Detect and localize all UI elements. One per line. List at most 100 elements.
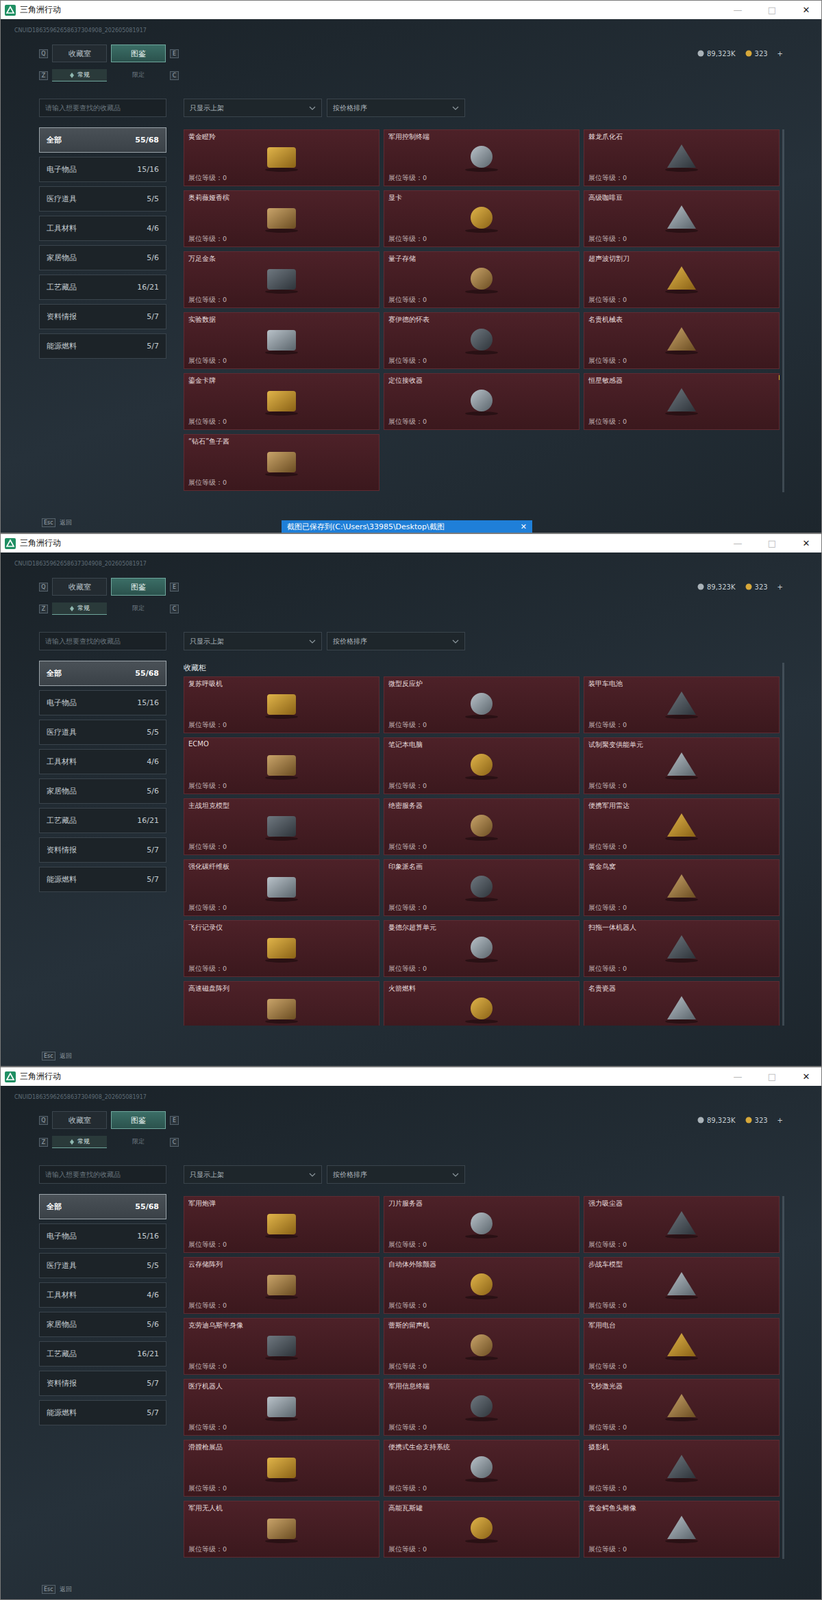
category-item[interactable]: 全部55/68 — [39, 127, 167, 153]
category-item[interactable]: 电子物品15/16 — [39, 690, 167, 716]
filter-dropdown[interactable]: 按价格排序 — [326, 632, 466, 651]
item-card[interactable]: 超声波切割刀展位等级：0 — [583, 251, 780, 309]
item-card[interactable]: 鎏金卡牌展位等级：0 — [183, 373, 380, 431]
item-card[interactable]: 军用电台展位等级：0 — [583, 1318, 780, 1376]
item-card[interactable]: 刀片服务器展位等级：0 — [383, 1196, 580, 1254]
item-card[interactable]: 曼德尔超算单元展位等级：0 — [383, 920, 580, 978]
item-card[interactable]: 微型反应炉展位等级：0 — [383, 676, 580, 734]
item-card[interactable]: 名贵瓷器 — [583, 981, 780, 1027]
item-card[interactable]: “钻石”鱼子酱展位等级：0 — [183, 434, 380, 492]
item-card[interactable]: 飞秒激光器展位等级：0 — [583, 1379, 780, 1437]
scrollbar[interactable] — [782, 663, 785, 1027]
add-currency-button[interactable]: + — [777, 50, 783, 58]
window-control-button[interactable]: □ — [756, 534, 788, 553]
item-card[interactable]: 试制聚变供能单元展位等级：0 — [583, 737, 780, 795]
category-item[interactable]: 全部55/68 — [39, 1194, 167, 1220]
item-card[interactable]: 赛伊德的怀表展位等级：0 — [383, 312, 580, 370]
item-card[interactable]: 摄影机展位等级：0 — [583, 1440, 780, 1498]
sub-tab[interactable]: 限定 — [110, 69, 166, 82]
item-card[interactable]: 扫拖一体机器人展位等级：0 — [583, 920, 780, 978]
category-item[interactable]: 工艺藏品16/21 — [39, 1341, 167, 1368]
item-card[interactable]: 黄金鸟窝展位等级：0 — [583, 859, 780, 917]
item-card[interactable]: 装甲车电池展位等级：0 — [583, 676, 780, 734]
item-card[interactable]: 黄金鳄鱼头雕像展位等级：0 — [583, 1501, 780, 1559]
item-card[interactable]: 复苏呼吸机展位等级：0 — [183, 676, 380, 734]
main-tab[interactable]: 收藏室 — [52, 1111, 107, 1130]
item-card[interactable]: 印象派名画展位等级：0 — [383, 859, 580, 917]
filter-dropdown[interactable]: 按价格排序 — [326, 98, 466, 118]
item-card[interactable]: 量子存储展位等级：0 — [383, 251, 580, 309]
item-card[interactable]: 显卡展位等级：0 — [383, 190, 580, 248]
item-card[interactable]: 黄金瞪羚展位等级：0 — [183, 129, 380, 187]
item-card[interactable]: 高能瓦斯罐展位等级：0 — [383, 1501, 580, 1559]
main-tab[interactable]: 图鉴 — [110, 44, 166, 63]
main-tab[interactable]: 图鉴 — [110, 1111, 166, 1130]
add-currency-button[interactable]: + — [777, 583, 783, 592]
item-card[interactable]: 云存储阵列展位等级：0 — [183, 1257, 380, 1315]
toast-close-button[interactable]: ✕ — [520, 522, 527, 532]
category-item[interactable]: 电子物品15/16 — [39, 156, 167, 183]
window-control-button[interactable]: — — [722, 1067, 753, 1087]
category-item[interactable]: 资料情报5/7 — [39, 304, 167, 330]
item-card[interactable]: 绝密服务器展位等级：0 — [383, 798, 580, 856]
item-card[interactable]: 医疗机器人展位等级：0 — [183, 1379, 380, 1437]
category-item[interactable]: 能源燃料5/7 — [39, 333, 167, 359]
item-card[interactable]: 飞行记录仪展位等级：0 — [183, 920, 380, 978]
add-currency-button[interactable]: + — [777, 1117, 783, 1125]
window-control-button[interactable]: □ — [756, 0, 788, 20]
item-card[interactable]: 蕾斯的留声机展位等级：0 — [383, 1318, 580, 1376]
window-control-button[interactable]: □ — [756, 1067, 788, 1087]
item-card[interactable]: 火箭燃料 — [383, 981, 580, 1027]
search-input[interactable] — [39, 632, 167, 651]
item-card[interactable]: 高速磁盘阵列 — [183, 981, 380, 1027]
item-card[interactable]: 名贵机械表展位等级：0 — [583, 312, 780, 370]
item-card[interactable]: 实验数据展位等级：0 — [183, 312, 380, 370]
category-item[interactable]: 资料情报5/7 — [39, 837, 167, 864]
item-card[interactable]: 军用炮弹展位等级：0 — [183, 1196, 380, 1254]
item-card[interactable]: 高级咖啡豆展位等级：0 — [583, 190, 780, 248]
category-item[interactable]: 工艺藏品16/21 — [39, 808, 167, 834]
item-card[interactable]: 奥莉薇娅香槟展位等级：0 — [183, 190, 380, 248]
item-card[interactable]: 万足金条展位等级：0 — [183, 251, 380, 309]
category-item[interactable]: 工具材料4/6 — [39, 749, 167, 775]
filter-dropdown[interactable]: 按价格排序 — [326, 1165, 466, 1185]
category-item[interactable]: 家居物品5/6 — [39, 1312, 167, 1338]
filter-dropdown[interactable]: 只显示上架 — [183, 632, 322, 651]
category-item[interactable]: 家居物品5/6 — [39, 245, 167, 271]
category-item[interactable]: 资料情报5/7 — [39, 1371, 167, 1397]
sub-tab[interactable]: 常规 — [52, 602, 107, 616]
item-card[interactable]: 军用无人机展位等级：0 — [183, 1501, 380, 1559]
category-item[interactable]: 工艺藏品16/21 — [39, 274, 167, 301]
item-card[interactable]: 步战车模型展位等级：0 — [583, 1257, 780, 1315]
item-card[interactable]: 自动体外除颤器展位等级：0 — [383, 1257, 580, 1315]
category-item[interactable]: 医疗道具5/5 — [39, 719, 167, 746]
sub-tab[interactable]: 限定 — [110, 602, 166, 616]
search-input[interactable] — [39, 98, 167, 118]
filter-dropdown[interactable]: 只显示上架 — [183, 98, 322, 118]
item-card[interactable]: 主战坦克模型展位等级：0 — [183, 798, 380, 856]
category-item[interactable]: 能源燃料5/7 — [39, 867, 167, 893]
item-card[interactable]: 滑膛枪展品展位等级：0 — [183, 1440, 380, 1498]
scrollbar[interactable] — [782, 129, 785, 493]
filter-dropdown[interactable]: 只显示上架 — [183, 1165, 322, 1185]
item-card[interactable]: 棘龙爪化石展位等级：0 — [583, 129, 780, 187]
window-control-button[interactable]: — — [722, 534, 753, 553]
item-card[interactable]: 克劳迪乌斯半身像展位等级：0 — [183, 1318, 380, 1376]
item-card[interactable]: ECMO展位等级：0 — [183, 737, 380, 795]
sub-tab[interactable]: 限定 — [110, 1136, 166, 1149]
category-item[interactable]: 家居物品5/6 — [39, 778, 167, 805]
category-item[interactable]: 医疗道具5/5 — [39, 1253, 167, 1279]
window-control-button[interactable]: ✕ — [791, 534, 822, 553]
sub-tab[interactable]: 常规 — [52, 1136, 107, 1149]
item-card[interactable]: 定位接收器展位等级：0 — [383, 373, 580, 431]
window-control-button[interactable]: — — [722, 0, 753, 20]
item-card[interactable]: 强化碳纤维板展位等级：0 — [183, 859, 380, 917]
category-item[interactable]: 工具材料4/6 — [39, 1283, 167, 1309]
main-tab[interactable]: 收藏室 — [52, 44, 107, 63]
category-item[interactable]: 能源燃料5/7 — [39, 1400, 167, 1427]
category-item[interactable]: 全部55/68 — [39, 661, 167, 687]
item-card[interactable]: 便携军用雷达展位等级：0 — [583, 798, 780, 856]
category-item[interactable]: 医疗道具5/5 — [39, 186, 167, 212]
scrollbar[interactable] — [782, 1196, 785, 1560]
item-card[interactable]: 军用控制终端展位等级：0 — [383, 129, 580, 187]
